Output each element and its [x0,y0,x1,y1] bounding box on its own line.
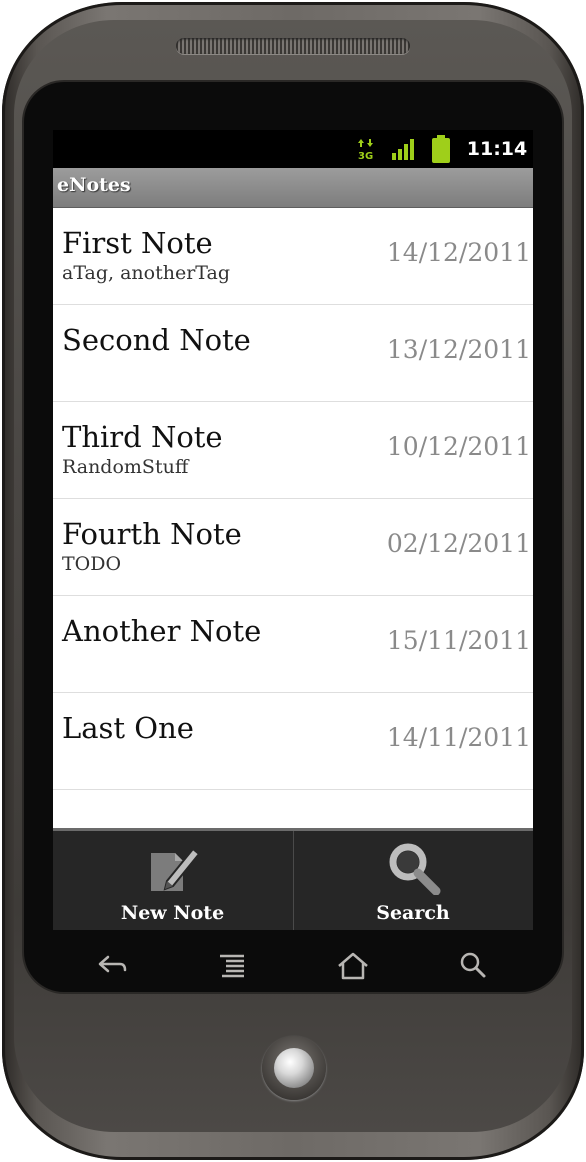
network-3g-icon: 3G [358,139,373,160]
note-tags: RandomStuff [62,456,189,478]
note-date: 14/12/2011 [386,238,531,267]
search-button[interactable]: Search [293,831,532,930]
new-note-button[interactable]: New Note [53,831,292,930]
device-screen: 3G 11:14 eNotes First Note aTag, another… [53,130,533,930]
new-note-label: New Note [120,902,225,924]
menu-icon[interactable] [212,948,252,984]
note-row-second[interactable]: Second Note 13/12/2011 [53,305,533,402]
note-title: Third Note [62,420,223,454]
home-icon[interactable] [333,948,373,984]
note-row-third[interactable]: Third Note RandomStuff 10/12/2011 [53,402,533,499]
app-title: eNotes [57,174,131,196]
note-date: 15/11/2011 [386,626,531,655]
trackball-ball [274,1048,314,1088]
note-tags: TODO [62,553,122,575]
note-row-last[interactable]: Last One 14/11/2011 [53,693,533,790]
search-label: Search [376,902,450,924]
battery-icon [432,135,450,163]
app-title-bar: eNotes [53,168,533,208]
note-title: Last One [62,711,194,745]
notes-list: First Note aTag, anotherTag 14/12/2011 S… [53,208,533,828]
note-title: First Note [62,226,213,260]
status-clock: 11:14 [466,138,528,160]
note-title: Fourth Note [62,517,242,551]
note-row-fourth[interactable]: Fourth Note TODO 02/12/2011 [53,499,533,596]
note-date: 10/12/2011 [386,432,531,461]
signal-icon [392,139,414,160]
options-menu: New Note Search [53,828,533,930]
trackball[interactable] [262,1036,326,1100]
note-date: 14/11/2011 [386,723,531,752]
search-icon[interactable] [454,948,494,984]
note-date: 13/12/2011 [386,335,531,364]
note-title: Second Note [62,323,251,357]
note-row-first[interactable]: First Note aTag, anotherTag 14/12/2011 [53,208,533,305]
status-bar: 3G 11:14 [53,130,533,168]
magnifier-icon [389,843,441,895]
back-icon[interactable] [92,948,132,984]
edit-note-icon [151,847,201,891]
network-type-label: 3G [358,151,373,160]
note-title: Another Note [62,614,262,648]
note-tags: aTag, anotherTag [62,262,230,284]
earpiece-speaker [176,38,410,54]
note-date: 02/12/2011 [386,529,531,558]
note-row-another[interactable]: Another Note 15/11/2011 [53,596,533,693]
